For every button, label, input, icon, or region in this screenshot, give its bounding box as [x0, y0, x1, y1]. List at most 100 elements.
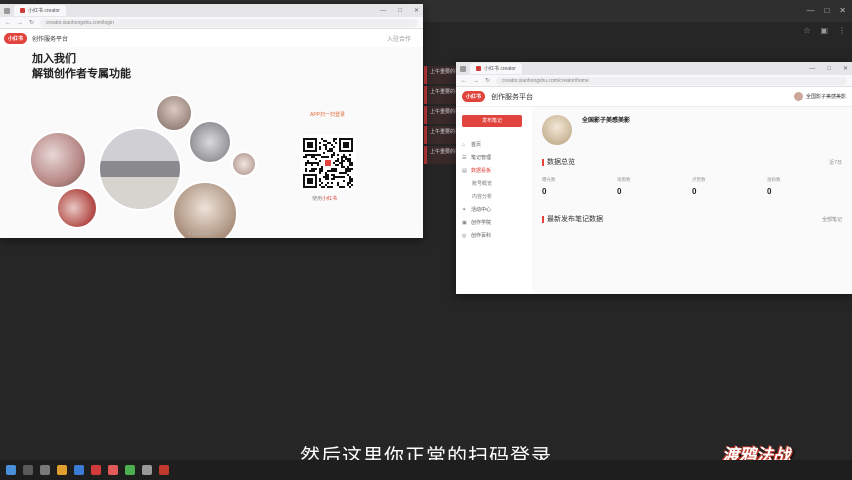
- app-icon[interactable]: [125, 465, 135, 475]
- url-field[interactable]: creator.xiaohongshu.com/creator/home: [496, 76, 847, 85]
- reload-icon[interactable]: ↻: [29, 19, 34, 26]
- qr-code-icon: [303, 138, 353, 188]
- back-icon[interactable]: ←: [5, 20, 11, 26]
- minimize-icon[interactable]: —: [806, 6, 814, 15]
- close-icon[interactable]: ✕: [410, 7, 423, 14]
- search-icon[interactable]: [23, 465, 33, 475]
- avatar[interactable]: [542, 115, 572, 145]
- sidebar-item-label: 内容分析: [472, 194, 493, 200]
- forward-icon[interactable]: →: [473, 78, 479, 84]
- user-menu[interactable]: 全国影子美感美影: [793, 92, 846, 101]
- stat-value: 0: [692, 187, 697, 196]
- browser-menu-icon[interactable]: [4, 7, 10, 14]
- sidebar-item-label: 首页: [471, 142, 482, 148]
- avatar: [793, 92, 803, 101]
- app-icon[interactable]: [108, 465, 118, 475]
- task-view-icon[interactable]: [40, 465, 50, 475]
- publish-note-button[interactable]: 发布笔记: [462, 115, 522, 127]
- sidebar-item-label: 创作学院: [471, 220, 492, 226]
- wiki-icon: ◎: [462, 233, 467, 239]
- maximize-icon[interactable]: □: [824, 6, 829, 15]
- browser-tab[interactable]: 小红书 creator: [470, 63, 522, 74]
- collage-photo: [188, 120, 232, 164]
- login-hero: 加入我们 解锁创作者专属功能 APP扫一扫登录 使用小红书 © 2014-202…: [0, 47, 423, 238]
- sidebar-item-label: 数据看板: [471, 168, 492, 174]
- extension-icon[interactable]: ▣: [820, 26, 828, 35]
- start-icon[interactable]: [6, 465, 16, 475]
- all-notes-link[interactable]: 全部笔记: [822, 216, 842, 223]
- browser-tabbar: 小红书 creator — □ ✕: [456, 62, 852, 75]
- url-field[interactable]: creator.xiaohongshu.com/login: [40, 18, 418, 27]
- sidebar-item[interactable]: ◎ 创作百科: [462, 230, 526, 243]
- sidebar: 发布笔记 ⌂ 首页 ☰ 笔记管理 ▤ 数据看板账号概览内容分析 ✶ 活动中心 ▣ 创作学院 ◎ 创作百…: [456, 107, 532, 294]
- reload-icon[interactable]: ↻: [485, 77, 490, 84]
- top-right-link[interactable]: 入驻合作: [387, 34, 411, 43]
- stat-card: 涨粉数 0: [767, 177, 842, 196]
- desktop-side-tab[interactable]: 上午重要的事: [424, 126, 458, 144]
- sidebar-item-label: 笔记管理: [471, 155, 492, 161]
- taskbar: [0, 460, 852, 480]
- minimize-icon[interactable]: —: [805, 66, 819, 72]
- maximize-icon[interactable]: □: [823, 66, 835, 72]
- gift-icon: ✶: [462, 207, 467, 213]
- close-icon[interactable]: ✕: [839, 65, 852, 72]
- sidebar-item[interactable]: 内容分析: [462, 191, 526, 204]
- sidebar-item[interactable]: ▣ 创作学院: [462, 217, 526, 230]
- stat-label: 涨粉数: [767, 177, 781, 182]
- collage-photo: [98, 127, 182, 211]
- dashboard-browser-window: 小红书 creator — □ ✕ ← → ↻ creator.xiaohong…: [456, 62, 852, 294]
- site-header: 小红书 创作服务平台 全国影子美感美影: [456, 87, 852, 107]
- brand-logo[interactable]: 小红书: [462, 91, 486, 102]
- collage-photo: [172, 181, 238, 238]
- date-range-select[interactable]: 近7日: [829, 159, 842, 166]
- sidebar-item[interactable]: ☰ 笔记管理: [462, 152, 526, 165]
- collage-photo: [155, 94, 193, 132]
- desktop-nav-icons: ☆ ▣ ⋮: [803, 26, 846, 35]
- desktop-left-tab-list: 上午重要的事 上午重要的事 上午重要的事 上午重要的事 上午重要的事: [424, 66, 458, 166]
- stat-card: 点赞数 0: [692, 177, 767, 196]
- browser-icon[interactable]: [74, 465, 84, 475]
- desktop-side-tab[interactable]: 上午重要的事: [424, 106, 458, 124]
- desktop-side-tab[interactable]: 上午重要的事: [424, 86, 458, 104]
- login-browser-window: 小红书 creator — □ ✕ ← → ↻ creator.xiaohong…: [0, 4, 423, 238]
- profile-name: 全国影子美感美影: [582, 118, 631, 124]
- sidebar-item-label: 创作百科: [471, 233, 492, 239]
- sidebar-item-label: 账号概览: [472, 181, 493, 187]
- menu-icon[interactable]: ⋮: [838, 26, 846, 35]
- forward-icon[interactable]: →: [17, 20, 23, 26]
- site-header: 小红书 创作服务平台 入驻合作: [0, 29, 423, 47]
- address-bar: ← → ↻ creator.xiaohongshu.com/creator/ho…: [456, 75, 852, 87]
- back-icon[interactable]: ←: [461, 78, 467, 84]
- chart-icon: ▤: [462, 168, 467, 174]
- app-icon[interactable]: [142, 465, 152, 475]
- stat-card: 观看数 0: [617, 177, 692, 196]
- collage-photo: [56, 187, 98, 229]
- collage-photo: [29, 131, 87, 189]
- dashboard-content: 全国影子美感美影 数据总览 近7日 曝光数 0 观看数 0 点赞数 0 涨粉数 0 最新发布笔…: [532, 107, 852, 294]
- app-icon[interactable]: [91, 465, 101, 475]
- sidebar-item[interactable]: 账号概览: [462, 178, 526, 191]
- stat-label: 曝光数: [542, 177, 556, 182]
- browser-menu-icon[interactable]: [460, 65, 466, 72]
- close-icon[interactable]: ✕: [839, 6, 846, 15]
- brand-logo[interactable]: 小红书: [4, 32, 28, 44]
- star-icon[interactable]: ☆: [803, 26, 810, 35]
- desktop-side-tab[interactable]: 上午重要的事: [424, 146, 458, 164]
- data-overview-title: 数据总览 近7日: [542, 157, 842, 167]
- maximize-icon[interactable]: □: [394, 8, 406, 14]
- stat-label: 观看数: [617, 177, 631, 182]
- minimize-icon[interactable]: —: [376, 8, 390, 14]
- desktop-side-tab[interactable]: 上午重要的事: [424, 66, 458, 84]
- app-icon[interactable]: [159, 465, 169, 475]
- stat-label: 点赞数: [692, 177, 706, 182]
- sidebar-item[interactable]: ⌂ 首页: [462, 139, 526, 152]
- folder-icon[interactable]: [57, 465, 67, 475]
- sidebar-item[interactable]: ▤ 数据看板: [462, 165, 526, 178]
- browser-tab[interactable]: 小红书 creator: [14, 5, 66, 16]
- qr-hint: 使用小红书: [312, 196, 338, 202]
- login-qr-code[interactable]: [300, 135, 356, 191]
- sidebar-item[interactable]: ✶ 活动中心: [462, 204, 526, 217]
- stat-value: 0: [767, 187, 772, 196]
- home-icon: ⌂: [462, 142, 466, 148]
- hero-title-line1: 加入我们: [32, 53, 76, 65]
